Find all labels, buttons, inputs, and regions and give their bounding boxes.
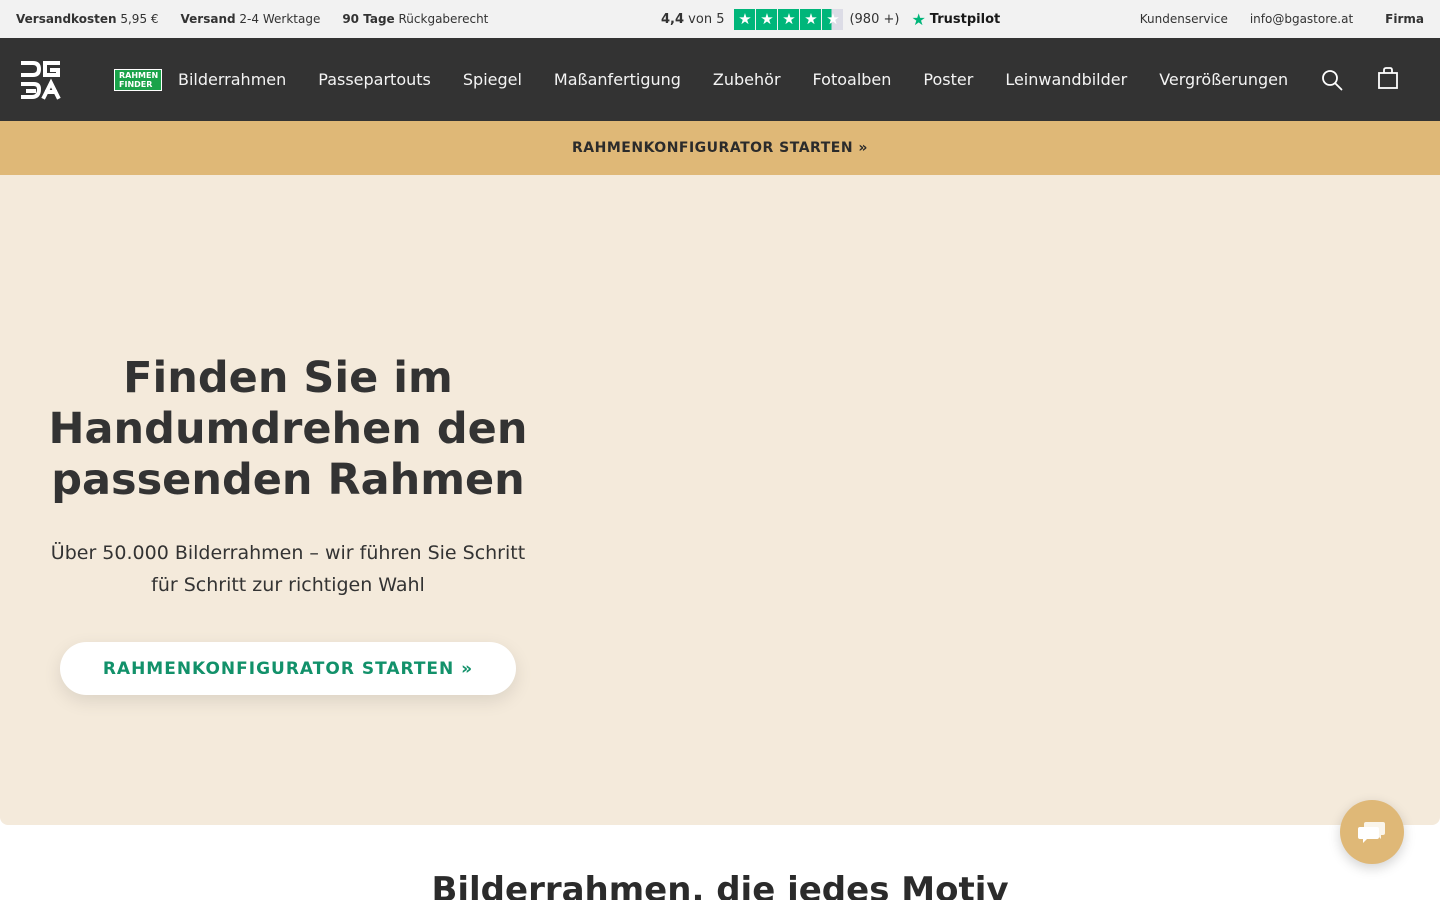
rating-suffix: von 5 [688, 11, 725, 27]
trustpilot-logo: ★ Trustpilot [911, 9, 1001, 29]
nav-item-vergroesserungen[interactable]: Vergrößerungen [1159, 70, 1288, 89]
section-title: Bilderrahmen, die jedes Motiv [431, 870, 1009, 900]
bga-logo-icon[interactable] [20, 60, 62, 100]
main-navigation: RAHMEN FINDER Bilderrahmen Passepartouts… [0, 38, 1440, 121]
nav-item-zubehoer[interactable]: Zubehör [713, 70, 781, 89]
trustpilot-rating[interactable]: 4,4 von 5 ★ ★ ★ ★ ★ (980 +) ★ Trustpilot [661, 0, 1000, 38]
customer-service-link[interactable]: Kundenservice [1140, 12, 1228, 26]
rating-stars: ★ ★ ★ ★ ★ [734, 8, 844, 30]
rating-score: 4,4 [661, 11, 685, 27]
star-icon: ★ [778, 8, 800, 30]
shipping-info: Versandkosten 5,95 € Versand 2-4 Werktag… [16, 0, 488, 38]
hero-section: Finden Sie im Handumdrehen den passenden… [0, 175, 1440, 825]
shopping-bag-icon[interactable] [1377, 66, 1399, 90]
nav-item-passepartouts[interactable]: Passepartouts [318, 70, 431, 89]
promo-label: RAHMENKONFIGURATOR STARTEN » [572, 140, 868, 156]
frame-finder-badge[interactable]: RAHMEN FINDER [114, 69, 162, 91]
chat-icon [1358, 822, 1385, 843]
hero-title: Finden Sie im Handumdrehen den passenden… [48, 353, 528, 505]
star-icon: ★ [800, 8, 822, 30]
delivery-time: Versand 2-4 Werktage [180, 12, 321, 26]
rating-count: (980 +) [849, 11, 900, 27]
nav-item-massanfertigung[interactable]: Maßanfertigung [554, 70, 681, 89]
star-icon: ★ [756, 8, 778, 30]
configurator-promo-bar[interactable]: RAHMENKONFIGURATOR STARTEN » [0, 121, 1440, 175]
email-link[interactable]: info@bgastore.at [1250, 12, 1353, 26]
star-icon: ★ [734, 8, 756, 30]
shipping-cost: Versandkosten 5,95 € [16, 12, 159, 26]
nav-item-fotoalben[interactable]: Fotoalben [813, 70, 892, 89]
company-link[interactable]: Firma [1385, 12, 1424, 26]
nav-item-leinwandbilder[interactable]: Leinwandbilder [1005, 70, 1127, 89]
nav-item-bilderrahmen[interactable]: Bilderrahmen [178, 70, 286, 89]
half-star-icon: ★ [822, 8, 844, 30]
nav-item-spiegel[interactable]: Spiegel [463, 70, 522, 89]
nav-menu: Bilderrahmen Passepartouts Spiegel Maßan… [178, 38, 1288, 121]
configurator-start-button[interactable]: RAHMENKONFIGURATOR STARTEN » [60, 642, 516, 695]
trustpilot-star-icon: ★ [911, 9, 926, 29]
search-icon[interactable] [1321, 69, 1343, 91]
return-policy: 90 Tage Rückgaberecht [342, 12, 489, 26]
nav-item-poster[interactable]: Poster [923, 70, 973, 89]
top-info-bar: Versandkosten 5,95 € Versand 2-4 Werktag… [0, 0, 1440, 38]
chat-button[interactable] [1340, 800, 1404, 864]
hero-subtitle: Über 50.000 Bilderrahmen – wir führen Si… [50, 542, 526, 596]
top-links: Kundenservice info@bgastore.at Firma [1140, 0, 1424, 38]
